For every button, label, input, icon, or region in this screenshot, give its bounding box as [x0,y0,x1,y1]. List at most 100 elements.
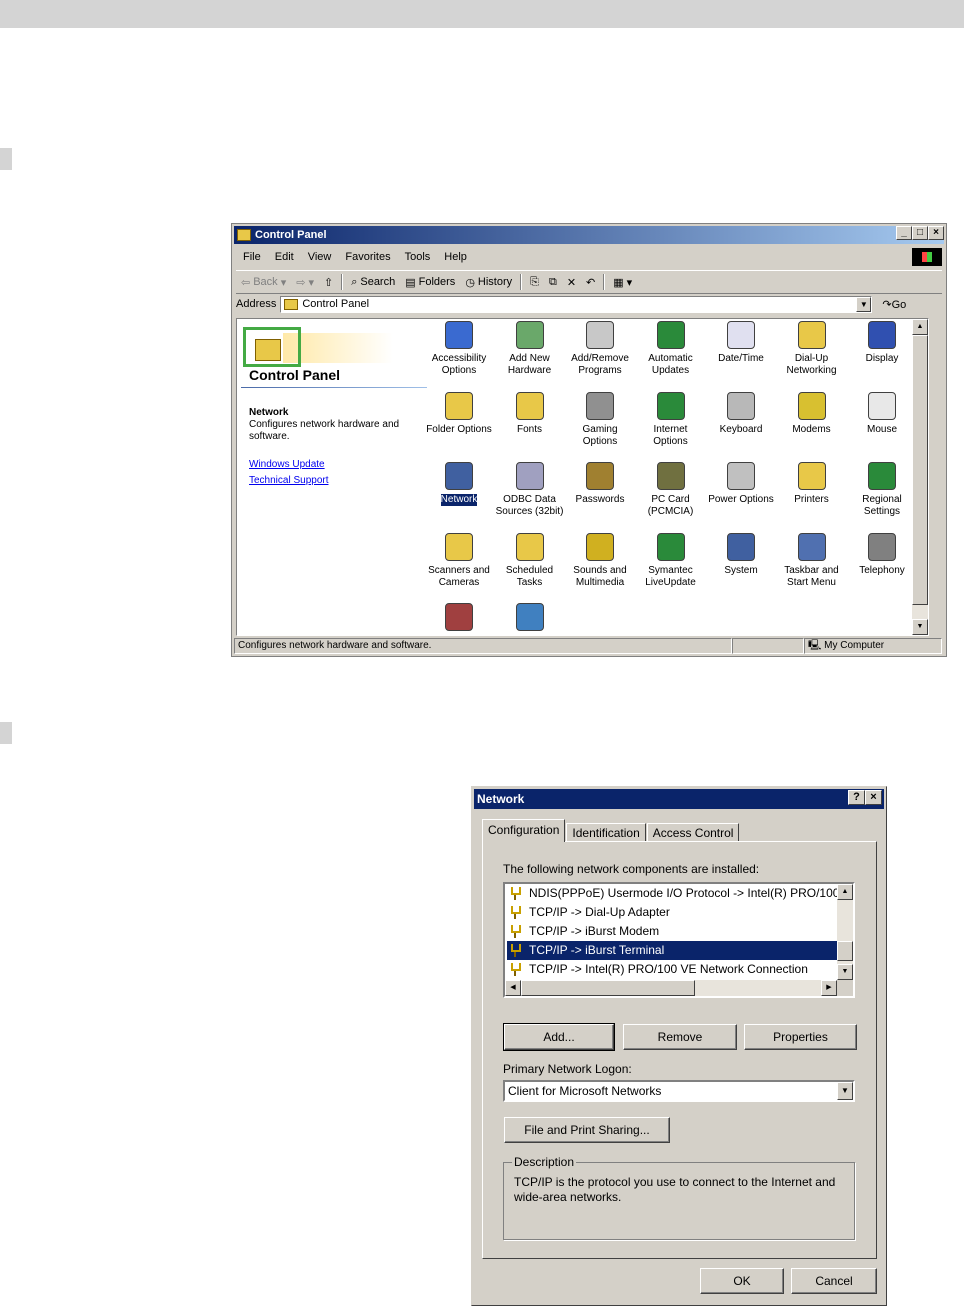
cp-item[interactable]: Symantec LiveUpdate [635,532,707,589]
cp-item[interactable] [423,603,495,635]
forward-button[interactable]: ⇨ ▾ [291,276,319,289]
cp-item[interactable]: PC Card (PCMCIA) [635,462,707,518]
menu-file[interactable]: File [236,251,268,263]
list-scroll-up-button[interactable]: ▲ [837,884,853,900]
logon-dropdown-arrow[interactable]: ▼ [837,1082,853,1100]
help-button[interactable]: ? [848,790,865,805]
cp-item[interactable]: Date/Time [705,321,777,365]
logon-label: Primary Network Logon: [503,1062,632,1076]
list-scroll-thumb[interactable] [837,941,853,961]
ok-button[interactable]: OK [700,1268,784,1294]
list-scroll-right-button[interactable]: ▶ [821,980,837,996]
window-title: Control Panel [255,229,327,241]
list-item[interactable]: TCP/IP -> iBurst Modem [507,922,663,941]
cp-item[interactable]: Sounds and Multimedia [564,532,636,589]
dialog-title-bar[interactable]: Network [474,789,884,809]
list-vertical-scrollbar[interactable]: ▲ ▼ [837,884,853,980]
tasks-folder-icon [515,532,544,561]
components-list[interactable]: NDIS(PPPoE) Usermode I/O Protocol -> Int… [503,882,855,998]
undo-button[interactable]: ↶ [581,276,600,289]
list-item[interactable]: TCP/IP -> Dial-Up Adapter [507,903,674,922]
list-hscroll-thumb[interactable] [521,980,695,996]
file-print-sharing-button[interactable]: File and Print Sharing... [504,1117,670,1143]
tab-configuration[interactable]: Configuration [482,819,566,842]
go-button[interactable]: ↷Go [882,298,906,311]
cp-item[interactable]: ODBC Data Sources (32bit) [494,462,566,518]
list-scroll-down-button[interactable]: ▼ [837,964,853,980]
primary-logon-select[interactable]: Client for Microsoft Networks ▼ [503,1080,855,1102]
move-to-button[interactable]: ⎘ [525,276,544,289]
close-button[interactable]: × [928,226,944,240]
address-input[interactable]: Control Panel ▼ [280,295,873,313]
delete-button[interactable]: ✕ [562,276,581,289]
list-horizontal-scrollbar[interactable]: ◀ ▶ [505,980,837,996]
search-button[interactable]: ⌕ Search [346,276,400,289]
maximize-button[interactable]: □ [912,226,928,240]
back-button[interactable]: ⇦ Back ▾ [236,276,291,289]
cp-item[interactable]: Passwords [564,462,636,506]
scroll-thumb[interactable] [912,335,928,605]
cp-item[interactable]: Dial-Up Networking [776,321,848,377]
title-bar[interactable]: Control Panel [234,226,944,244]
list-item-label: NDIS(PPPoE) Usermode I/O Protocol -> Int… [529,886,840,900]
menu-favorites[interactable]: Favorites [338,251,397,263]
cp-item[interactable]: Display [846,321,918,365]
list-scroll-left-button[interactable]: ◀ [505,980,521,996]
up-button[interactable]: ⇧ [319,276,338,289]
cp-item[interactable]: Taskbar and Start Menu [776,532,848,589]
history-button[interactable]: ◷ History [460,276,517,289]
cp-item-label: System [724,564,758,576]
cp-item[interactable]: Fonts [494,391,566,436]
cp-item[interactable]: Scanners and Cameras [423,532,495,589]
dialog-close-button[interactable]: × [865,790,882,805]
cp-item[interactable]: Gaming Options [564,391,636,448]
list-item-label: TCP/IP -> iBurst Terminal [529,943,665,957]
address-dropdown-arrow[interactable]: ▼ [856,296,872,312]
minimize-button[interactable]: _ [896,226,912,240]
cp-item[interactable]: Modems [776,391,848,436]
cp-item[interactable]: Telephony [846,532,918,577]
cp-item-label: Scheduled Tasks [505,564,554,588]
cp-item[interactable]: Automatic Updates [635,321,707,377]
cp-item[interactable]: Keyboard [705,391,777,436]
scroll-up-button[interactable]: ▲ [912,319,928,335]
cp-item-label: Sounds and Multimedia [573,564,627,588]
cp-item[interactable]: Mouse [846,391,918,436]
windows-update-link[interactable]: Windows Update [249,459,325,470]
cp-item[interactable]: Power Options [705,462,777,506]
cp-item[interactable]: System [705,532,777,577]
users-icon [445,603,473,631]
properties-button[interactable]: Properties [744,1024,857,1050]
configuration-panel: The following network components are ins… [482,841,877,1259]
cp-item[interactable]: Network [423,462,495,506]
list-item[interactable]: TCP/IP -> Intel(R) PRO/100 VE Network Co… [507,960,812,979]
scroll-down-button[interactable]: ▼ [912,619,928,635]
menu-view[interactable]: View [301,251,339,263]
tab-access-control[interactable]: Access Control [646,823,740,842]
list-item[interactable]: TCP/IP -> iBurst Terminal [507,941,841,960]
protocol-icon [510,906,524,919]
remove-button[interactable]: Remove [623,1024,737,1050]
menu-help[interactable]: Help [437,251,474,263]
cp-item[interactable]: Add New Hardware [494,321,566,377]
menu-tools[interactable]: Tools [398,251,438,263]
cp-item[interactable]: Add/Remove Programs [564,321,636,377]
vertical-scrollbar[interactable]: ▲ ▼ [912,319,928,635]
cp-item[interactable]: Printers [776,462,848,506]
cp-item[interactable] [494,603,566,635]
views-button[interactable]: ▦ ▾ [608,276,637,289]
cp-item[interactable]: Internet Options [635,391,707,448]
cp-item[interactable]: Regional Settings [846,462,918,518]
add-button[interactable]: Add... [503,1023,615,1051]
cancel-button[interactable]: Cancel [791,1268,877,1294]
tab-identification[interactable]: Identification [566,823,646,842]
folders-button[interactable]: ▤ Folders [400,276,460,289]
list-item[interactable]: NDIS(PPPoE) Usermode I/O Protocol -> Int… [507,884,843,903]
cp-item[interactable]: Accessibility Options [423,321,495,377]
menu-edit[interactable]: Edit [268,251,301,263]
copy-to-button[interactable]: ⧉ [544,276,562,289]
cp-item[interactable]: Scheduled Tasks [494,532,566,589]
technical-support-link[interactable]: Technical Support [249,475,329,486]
status-bar: Configures network hardware and software… [234,638,944,654]
cp-item[interactable]: Folder Options [423,391,495,436]
